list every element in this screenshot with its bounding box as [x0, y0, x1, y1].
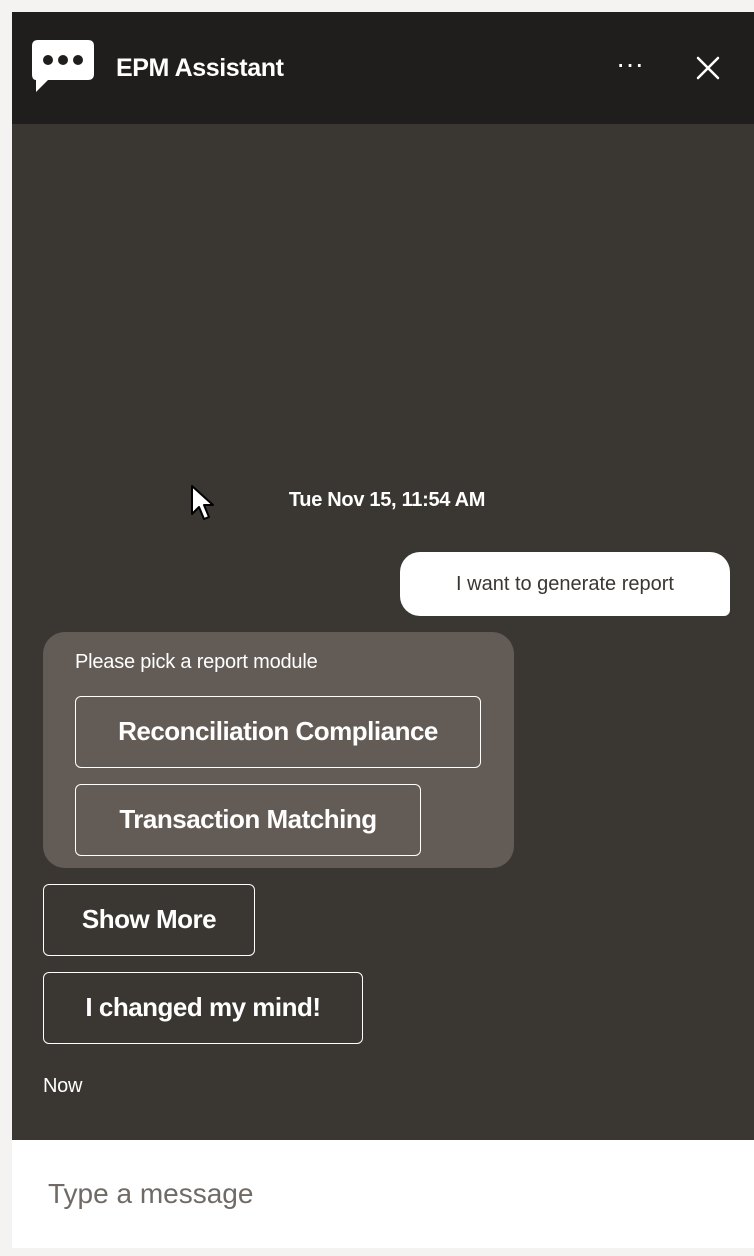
chat-title: EPM Assistant	[116, 54, 284, 82]
bot-prompt-text: Please pick a report module	[75, 651, 318, 673]
page: EPM Assistant ··· Tue Nov 15, 11:54 AM I…	[0, 0, 754, 1256]
changed-mind-button[interactable]: I changed my mind!	[43, 972, 363, 1044]
date-separator: Tue Nov 15, 11:54 AM	[288, 489, 486, 511]
message-list[interactable]: Tue Nov 15, 11:54 AM I want to generate …	[12, 124, 754, 1140]
chat-bubble-icon	[32, 40, 94, 92]
user-message-bubble: I want to generate report	[400, 552, 730, 616]
bot-message-bubble: Please pick a report module Reconciliati…	[43, 632, 514, 868]
chat-widget: EPM Assistant ··· Tue Nov 15, 11:54 AM I…	[12, 12, 754, 1248]
message-composer	[12, 1140, 754, 1248]
show-more-button[interactable]: Show More	[43, 884, 255, 956]
option-transaction-matching-button[interactable]: Transaction Matching	[75, 784, 421, 856]
message-timestamp: Now	[43, 1075, 83, 1097]
ellipsis-icon[interactable]: ···	[608, 50, 652, 84]
option-reconciliation-compliance-button[interactable]: Reconciliation Compliance	[75, 696, 481, 768]
chat-header: EPM Assistant ···	[12, 12, 754, 124]
message-input[interactable]	[32, 1164, 712, 1224]
close-icon[interactable]	[692, 52, 724, 84]
